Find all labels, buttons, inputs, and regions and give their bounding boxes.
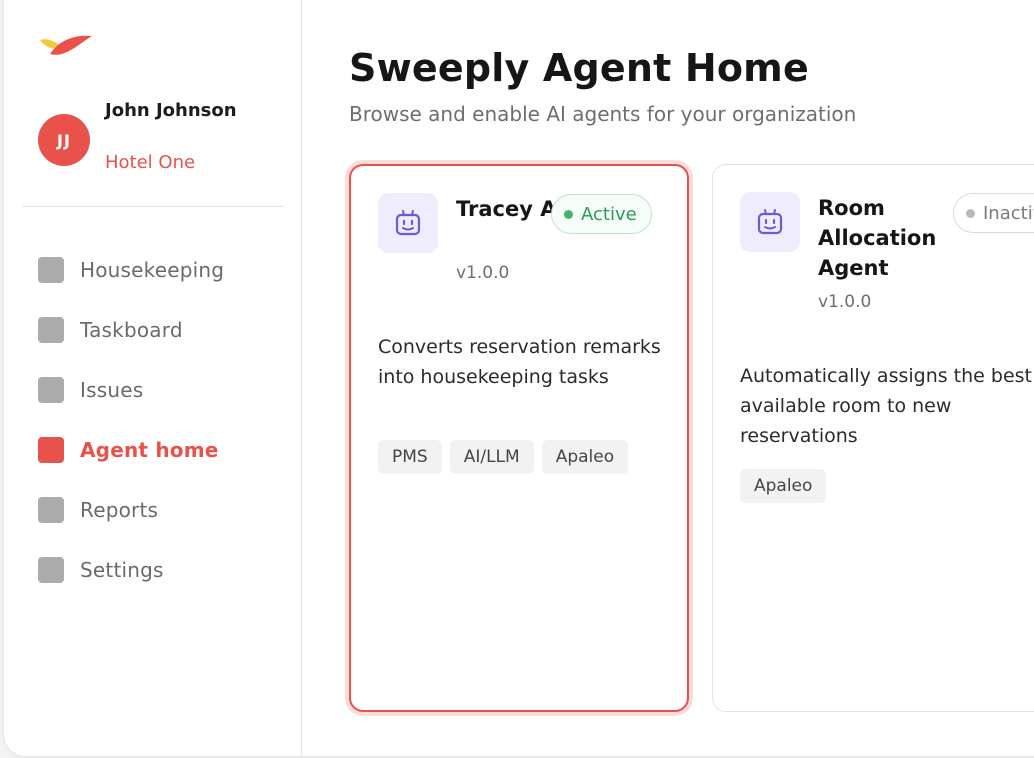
tag-list: PMS AI/LLM Apaleo <box>378 440 629 474</box>
agent-name: Room Allocation Agent <box>818 196 937 280</box>
tag: AI/LLM <box>449 440 534 474</box>
app-window: JJ John Johnson Hotel One Housekeeping T… <box>4 0 1034 756</box>
tag: PMS <box>378 440 442 474</box>
sidebar-nav: Housekeeping Taskboard Issues Agent home… <box>38 240 224 600</box>
sidebar-item-label: Housekeeping <box>80 258 225 282</box>
main-content: Sweeply Agent Home Browse and enable AI … <box>302 0 1034 756</box>
avatar[interactable]: JJ <box>38 114 90 166</box>
robot-icon <box>757 209 783 235</box>
sidebar-item-issues[interactable]: Issues <box>38 360 224 420</box>
issues-icon <box>38 377 64 403</box>
agent-icon-container <box>740 192 800 252</box>
sidebar-item-label: Reports <box>80 498 159 522</box>
sidebar-divider <box>22 206 284 207</box>
sidebar-item-label: Issues <box>80 378 144 402</box>
user-name: John Johnson <box>105 100 237 121</box>
settings-icon <box>38 557 64 583</box>
sidebar-item-reports[interactable]: Reports <box>38 480 224 540</box>
status-label: Active <box>581 203 637 225</box>
status-label: Inactive <box>983 202 1034 224</box>
sidebar-item-housekeeping[interactable]: Housekeeping <box>38 240 224 300</box>
tag-list: Apaleo <box>740 469 827 503</box>
status-badge[interactable]: Inactive <box>953 193 1034 233</box>
robot-icon <box>395 210 421 236</box>
sidebar-item-settings[interactable]: Settings <box>38 540 224 600</box>
housekeeping-icon <box>38 257 64 283</box>
tag: Apaleo <box>740 469 827 503</box>
status-dot-icon <box>966 208 975 218</box>
agent-card-room-allocation[interactable]: Room Allocation Agent Inactive v1.0.0 Au… <box>712 164 1034 712</box>
sidebar-item-label: Agent home <box>80 438 219 462</box>
agent-home-icon <box>38 437 64 463</box>
status-dot-icon <box>564 209 573 219</box>
sidebar-item-label: Settings <box>80 558 164 582</box>
page-title: Sweeply Agent Home <box>349 46 809 90</box>
page-subtitle: Browse and enable AI agents for your org… <box>349 102 857 126</box>
organization-name[interactable]: Hotel One <box>105 152 195 173</box>
bird-logo-icon[interactable] <box>36 28 94 58</box>
status-badge[interactable]: Active <box>551 194 652 234</box>
agent-version: v1.0.0 <box>818 292 872 312</box>
agent-description: Converts reservation remarks into housek… <box>378 336 661 388</box>
agent-card-tracey[interactable]: Tracey Agent Active v1.0.0 Converts rese… <box>349 164 689 712</box>
sidebar-item-label: Taskboard <box>80 318 183 342</box>
reports-icon <box>38 497 64 523</box>
agent-description: Automatically assigns the best available… <box>740 365 1033 447</box>
sidebar-item-taskboard[interactable]: Taskboard <box>38 300 224 360</box>
agent-version: v1.0.0 <box>456 263 510 283</box>
sidebar: JJ John Johnson Hotel One Housekeeping T… <box>4 0 302 756</box>
agent-icon-container <box>378 193 438 253</box>
taskboard-icon <box>38 317 64 343</box>
avatar-initials: JJ <box>57 130 71 150</box>
tag: Apaleo <box>541 440 629 474</box>
sidebar-item-agent-home[interactable]: Agent home <box>38 420 224 480</box>
